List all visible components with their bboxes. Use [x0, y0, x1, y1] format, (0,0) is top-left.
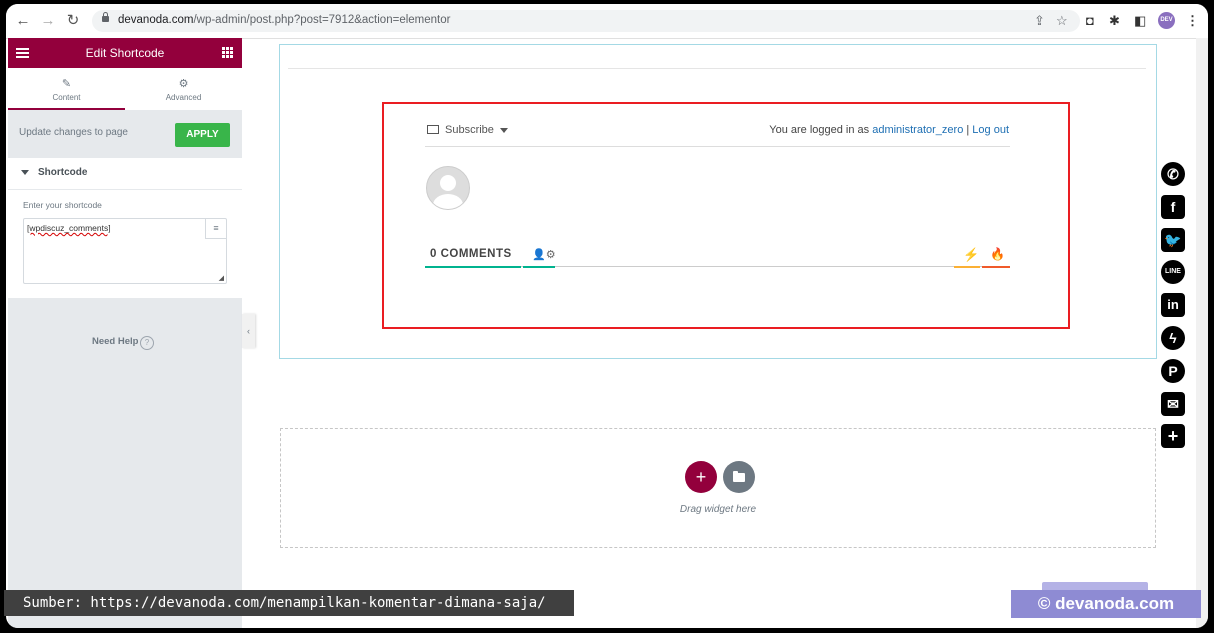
drop-zone[interactable]: [280, 428, 1156, 548]
tab-underline: [954, 266, 980, 268]
star-icon[interactable]: ☆: [1056, 13, 1068, 29]
apply-button[interactable]: APPLY: [175, 123, 230, 147]
pinterest-icon[interactable]: P: [1161, 358, 1185, 383]
reload-icon[interactable]: ↻: [64, 12, 82, 30]
caret-down-icon: [21, 170, 29, 175]
caret-down-icon: [499, 127, 508, 133]
gear-icon: ⚙: [178, 78, 189, 90]
tab-advanced[interactable]: ⚙ Advanced: [125, 68, 242, 110]
share-rail: ✆ f 🐦 LINE in ϟ P ✉ +: [1161, 162, 1187, 457]
elementor-panel: Edit Shortcode ✎ Content ⚙ Advanced Upda…: [8, 38, 242, 628]
user-avatar: [426, 166, 470, 210]
browser-toolbar: ← → ↻ devanoda.com/wp-admin/post.php?pos…: [6, 4, 1208, 39]
dynamic-tags-icon[interactable]: ≡: [205, 219, 226, 239]
lock-icon: [102, 12, 109, 22]
add-section-button[interactable]: +: [685, 461, 717, 493]
username-link[interactable]: administrator_zero: [872, 124, 963, 136]
help-icon[interactable]: ?: [140, 336, 154, 350]
scrollbar[interactable]: [1196, 38, 1208, 628]
shortcode-label: Enter your shortcode: [23, 200, 102, 210]
drag-hint: Drag widget here: [679, 504, 757, 515]
source-caption: Sumber: https://devanoda.com/menampilkan…: [4, 590, 574, 616]
more-icon[interactable]: +: [1161, 424, 1185, 449]
sidepanel-icon[interactable]: ◧: [1134, 13, 1146, 29]
widgets-grid-icon[interactable]: [222, 47, 233, 58]
comments-count: 0 COMMENTS: [430, 248, 512, 260]
share-page-icon[interactable]: ⇪: [1034, 13, 1045, 29]
email-icon[interactable]: ✉: [1161, 391, 1185, 416]
linkedin-icon[interactable]: in: [1161, 293, 1185, 318]
profile-avatar[interactable]: DEV: [1158, 12, 1175, 29]
template-library-button[interactable]: [723, 461, 755, 493]
back-icon[interactable]: ←: [14, 12, 32, 30]
folder-icon: [733, 471, 745, 482]
logged-in-text: You are logged in as administrator_zero …: [769, 124, 1009, 136]
divider: [288, 68, 1146, 69]
line-icon[interactable]: LINE: [1161, 260, 1185, 285]
subscribe-dropdown[interactable]: Subscribe: [427, 124, 508, 136]
extensions-icon[interactable]: ✱: [1109, 13, 1120, 29]
panel-title: Edit Shortcode: [85, 46, 165, 60]
pencil-icon: ✎: [61, 78, 72, 90]
messenger-icon[interactable]: ϟ: [1161, 325, 1185, 350]
divider: [425, 146, 1010, 147]
menu-icon[interactable]: ⋮: [1186, 13, 1199, 29]
browser-window: ← → ↻ devanoda.com/wp-admin/post.php?pos…: [6, 4, 1208, 628]
camera-icon[interactable]: ◘: [1086, 13, 1094, 29]
update-row: Update changes to page APPLY: [8, 110, 242, 158]
whatsapp-icon[interactable]: ✆: [1161, 162, 1185, 186]
bolt-icon[interactable]: ⚡: [963, 247, 979, 263]
section-header[interactable]: Shortcode: [8, 158, 242, 190]
twitter-icon[interactable]: 🐦: [1161, 227, 1185, 252]
user-settings-icon[interactable]: 👤⚙: [532, 248, 556, 261]
panel-tabs: ✎ Content ⚙ Advanced: [8, 68, 242, 110]
forward-icon[interactable]: →: [39, 12, 57, 30]
facebook-icon[interactable]: f: [1161, 194, 1185, 219]
section-title: Shortcode: [38, 167, 88, 178]
highlight-box: [382, 102, 1070, 329]
update-text: Update changes to page: [19, 127, 128, 138]
panel-header: Edit Shortcode: [8, 38, 242, 68]
resize-handle-icon[interactable]: ◢: [219, 274, 224, 282]
shortcode-section: Shortcode Enter your shortcode [wpdiscuz…: [8, 158, 242, 298]
tab-underline: [425, 266, 521, 268]
fire-icon[interactable]: 🔥: [990, 247, 1005, 261]
logout-link[interactable]: Log out: [972, 124, 1009, 136]
tab-underline: [982, 266, 1010, 268]
envelope-icon: [427, 124, 439, 134]
need-help-link[interactable]: Need Help: [92, 336, 138, 347]
credit-badge: © devanoda.com: [1011, 590, 1201, 618]
shortcode-textarea[interactable]: [wpdiscuz_comments] ≡ ◢: [23, 218, 227, 284]
tab-underline: [523, 266, 555, 268]
tab-content[interactable]: ✎ Content: [8, 68, 125, 110]
url-text[interactable]: devanoda.com/wp-admin/post.php?post=7912…: [118, 14, 450, 26]
address-bar[interactable]: devanoda.com/wp-admin/post.php?post=7912…: [92, 10, 1080, 32]
shortcode-value[interactable]: [wpdiscuz_comments]: [27, 223, 111, 233]
collapse-panel-button[interactable]: ‹: [242, 314, 255, 348]
